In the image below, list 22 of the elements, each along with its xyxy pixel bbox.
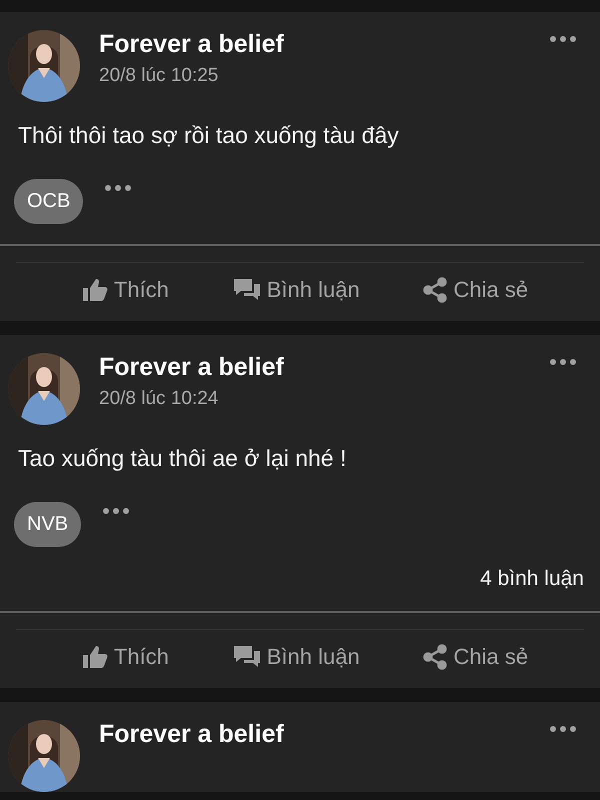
post-time: 20/8 lúc 10:24 (99, 388, 220, 410)
thumbs-up-icon (82, 278, 108, 302)
comment-button[interactable]: Bình luận (226, 640, 366, 674)
share-button[interactable]: Chia sẻ (417, 640, 534, 674)
like-button[interactable]: Thích (76, 273, 175, 307)
reaction-chip[interactable]: NVB (14, 502, 82, 547)
share-icon (423, 644, 448, 670)
author-name[interactable]: Forever a belief (99, 353, 542, 382)
post-text: Tao xuống tàu thôi ae ở lại nhé ! (17, 444, 348, 472)
comment-icon (232, 645, 261, 669)
comment-button[interactable]: Bình luận (226, 273, 366, 307)
reaction-chip[interactable]: OCB (14, 179, 84, 224)
like-button[interactable]: Thích (76, 640, 175, 674)
post-time: 20/8 lúc 10:25 (99, 65, 220, 87)
share-icon (423, 277, 448, 303)
author-name[interactable]: Forever a belief (99, 720, 542, 749)
thumbs-up-icon (82, 645, 108, 669)
share-button[interactable]: Chia sẻ (417, 273, 534, 307)
post-text: Thôi thôi tao sợ rồi tao xuống tàu đây (17, 121, 400, 149)
comment-count[interactable]: 4 bình luận (480, 567, 584, 591)
comment-icon (232, 278, 261, 302)
author-name[interactable]: Forever a belief (99, 30, 542, 59)
